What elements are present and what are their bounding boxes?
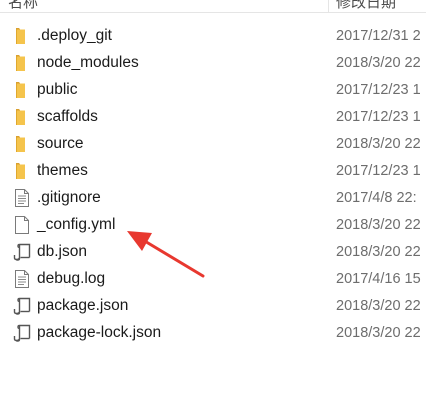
file-row[interactable]: public 2017/12/23 1 xyxy=(0,77,426,104)
file-row[interactable]: debug.log 2017/4/16 15 xyxy=(0,266,426,293)
script-file-icon xyxy=(12,324,32,342)
file-name: package-lock.json xyxy=(37,324,162,341)
folder-icon xyxy=(12,27,32,45)
folder-icon xyxy=(12,54,32,72)
file-date-modified: 2018/3/20 22 xyxy=(336,298,421,314)
file-row[interactable]: themes 2017/12/23 1 xyxy=(0,158,426,185)
file-row[interactable]: package.json 2018/3/20 22 xyxy=(0,293,426,320)
file-name: .deploy_git xyxy=(37,27,112,44)
file-name: .gitignore xyxy=(37,189,101,206)
file-date-modified: 2018/3/20 22 xyxy=(336,325,421,341)
folder-icon xyxy=(12,81,32,99)
column-header: 名称 修改日期 xyxy=(0,0,426,13)
file-row[interactable]: scaffolds 2017/12/23 1 xyxy=(0,104,426,131)
text-file-icon xyxy=(12,189,32,207)
file-name: source xyxy=(37,135,84,152)
file-date-modified: 2018/3/20 22 xyxy=(336,136,421,152)
file-row[interactable]: db.json 2018/3/20 22 xyxy=(0,239,426,266)
file-name: debug.log xyxy=(37,270,106,287)
file-row[interactable]: package-lock.json 2018/3/20 22 xyxy=(0,320,426,347)
file-name: db.json xyxy=(37,243,87,260)
file-date-modified: 2017/4/16 15 xyxy=(336,271,421,287)
folder-icon xyxy=(12,135,32,153)
file-date-modified: 2017/4/8 22: xyxy=(336,190,417,206)
file-date-modified: 2017/12/23 1 xyxy=(336,163,421,179)
file-name: _config.yml xyxy=(37,216,116,233)
file-name: scaffolds xyxy=(37,108,98,125)
file-name: package.json xyxy=(37,297,129,314)
file-row[interactable]: _config.yml 2018/3/20 22 xyxy=(0,212,426,239)
file-list: .deploy_git 2017/12/31 2 node_modules 2018/… xyxy=(0,23,426,347)
column-divider[interactable] xyxy=(328,0,329,12)
file-row[interactable]: node_modules 2018/3/20 22 xyxy=(0,50,426,77)
file-date-modified: 2017/12/23 1 xyxy=(336,109,421,125)
file-name: public xyxy=(37,81,78,98)
file-row[interactable]: source 2018/3/20 22 xyxy=(0,131,426,158)
file-date-modified: 2018/3/20 22 xyxy=(336,55,421,71)
blank-file-icon xyxy=(12,216,32,234)
file-date-modified: 2018/3/20 22 xyxy=(336,244,421,260)
file-row[interactable]: .gitignore 2017/4/8 22: xyxy=(0,185,426,212)
folder-icon xyxy=(12,108,32,126)
text-file-icon xyxy=(12,270,32,288)
file-name: themes xyxy=(37,162,88,179)
file-date-modified: 2017/12/31 2 xyxy=(336,28,421,44)
file-row[interactable]: .deploy_git 2017/12/31 2 xyxy=(0,23,426,50)
file-name: node_modules xyxy=(37,54,139,71)
script-file-icon xyxy=(12,243,32,261)
name-column-header[interactable]: 名称 xyxy=(8,0,38,12)
script-file-icon xyxy=(12,297,32,315)
date-modified-column-header[interactable]: 修改日期 xyxy=(336,0,396,12)
file-date-modified: 2018/3/20 22 xyxy=(336,217,421,233)
file-date-modified: 2017/12/23 1 xyxy=(336,82,421,98)
folder-icon xyxy=(12,162,32,180)
